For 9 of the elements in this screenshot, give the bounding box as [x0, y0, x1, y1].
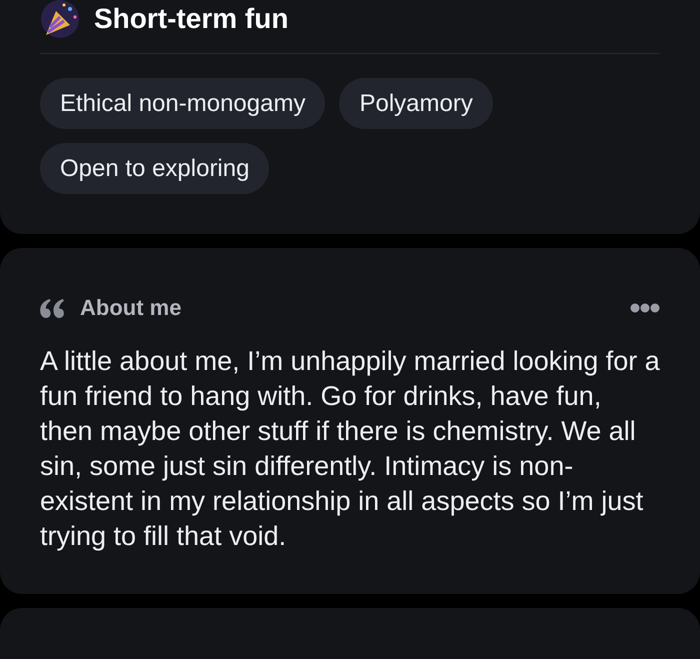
- about-text: A little about me, I’m unhappily married looking for a fun friend to hang with. Go for drinks, have fun, then maybe other stuff if there is chemistry. We all sin, some just sin differently. Intimacy is non-existent in my relationship in all aspects so I’m just trying to fill that void.: [40, 345, 660, 553]
- section-title: Short-term fun: [94, 3, 288, 35]
- party-popper-icon: [40, 0, 80, 39]
- section-title: About me: [80, 295, 182, 321]
- tag-chip: Ethical non-monogamy: [40, 78, 326, 129]
- quote-icon: [40, 298, 65, 318]
- more-icon[interactable]: [630, 303, 660, 313]
- tag-chip: Polyamory: [339, 78, 493, 129]
- tag-chip: Open to exploring: [40, 143, 270, 194]
